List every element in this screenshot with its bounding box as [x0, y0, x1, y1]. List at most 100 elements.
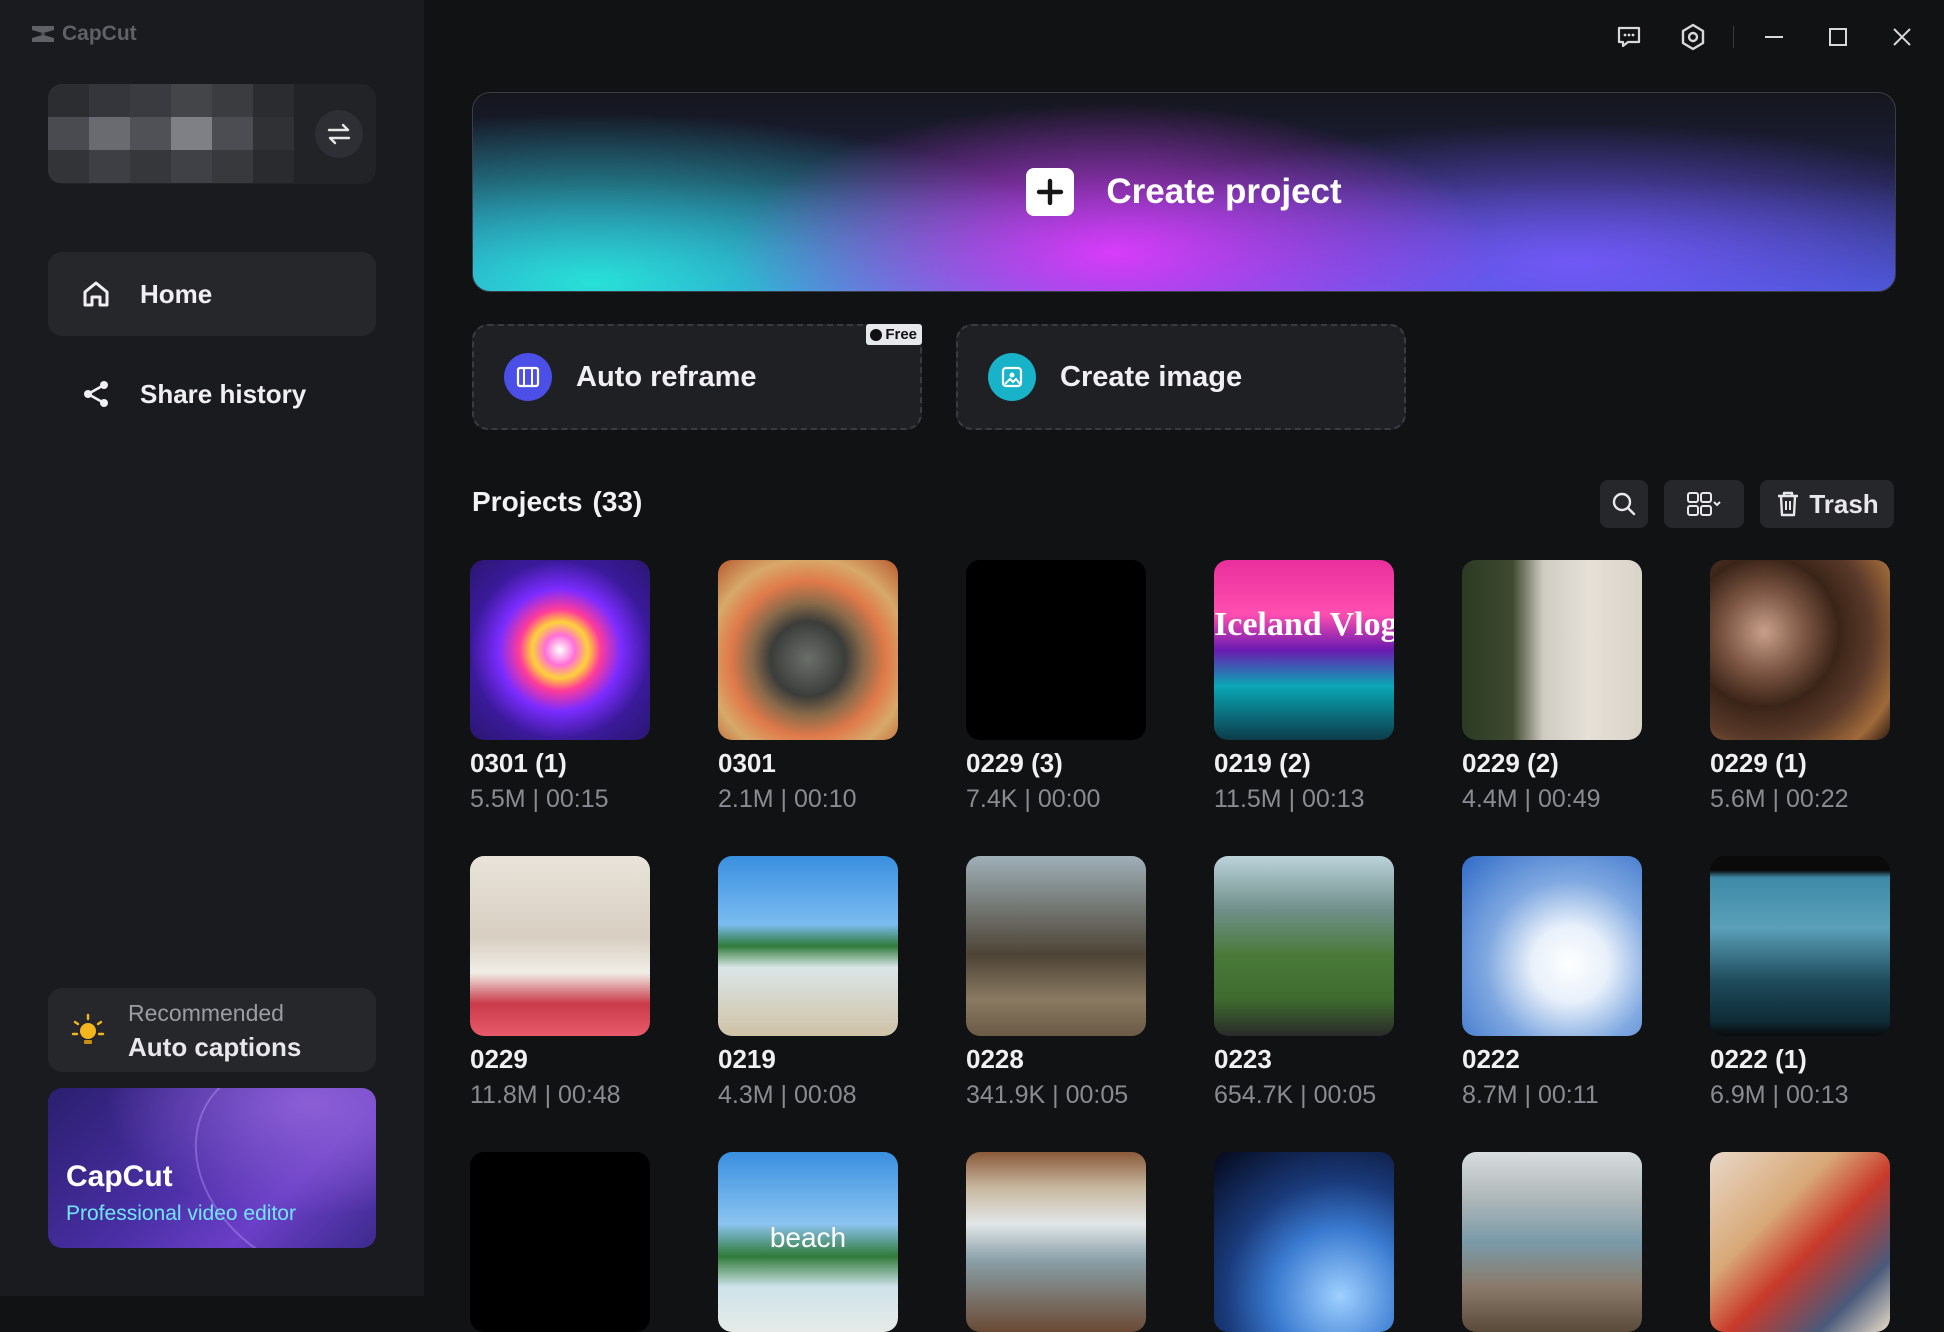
project-card[interactable]: 0223 654.7K | 00:05 — [1214, 856, 1394, 1110]
swap-icon — [327, 123, 351, 145]
project-thumbnail — [966, 560, 1146, 740]
project-card[interactable]: 0229 11.8M | 00:48 — [470, 856, 650, 1110]
create-image-button[interactable]: Create image — [956, 324, 1406, 430]
avatar — [48, 84, 296, 184]
project-thumbnail: beach — [718, 1152, 898, 1332]
feedback-icon — [1617, 26, 1641, 48]
project-card[interactable]: beach — [718, 1152, 898, 1332]
project-card[interactable]: 0222 (1) 6.9M | 00:13 — [1710, 856, 1890, 1110]
nav-home-label: Home — [140, 278, 213, 309]
free-badge-label: Free — [885, 326, 917, 343]
project-card[interactable]: 0229 (1) 5.6M | 00:22 — [1710, 560, 1890, 814]
project-name: 0229 (3) — [966, 748, 1063, 778]
maximize-button[interactable] — [1806, 16, 1870, 58]
recommended-auto-captions[interactable]: Recommended Auto captions — [48, 988, 376, 1072]
feedback-button[interactable] — [1597, 16, 1661, 58]
settings-icon — [1681, 23, 1705, 51]
lightbulb-icon — [71, 1013, 105, 1044]
project-card[interactable]: 0222 8.7M | 00:11 — [1462, 856, 1642, 1110]
project-meta: 8.7M | 00:11 — [1462, 1081, 1599, 1109]
search-button[interactable] — [1600, 480, 1648, 528]
project-meta: 654.7K | 00:05 — [1214, 1081, 1377, 1109]
project-thumbnail — [470, 560, 650, 740]
project-card[interactable]: Iceland Vlog 0219 (2) 11.5M | 00:13 — [1214, 560, 1394, 814]
project-meta: 11.5M | 00:13 — [1214, 785, 1365, 813]
project-thumbnail — [1710, 1152, 1890, 1332]
project-meta: 4.4M | 00:49 — [1462, 785, 1601, 813]
clock-icon — [870, 328, 883, 341]
project-name: 0229 — [470, 1044, 528, 1074]
create-project-content: Create project — [473, 93, 1895, 291]
project-thumbnail — [470, 1152, 650, 1332]
trash-label: Trash — [1809, 488, 1879, 519]
create-image-label: Create image — [1060, 360, 1243, 393]
project-card[interactable] — [1214, 1152, 1394, 1332]
project-thumbnail — [470, 856, 650, 1036]
projects-title: Projects — [472, 486, 583, 517]
nav-home[interactable]: Home — [48, 252, 376, 336]
free-badge: Free — [866, 324, 922, 345]
account-card[interactable] — [48, 84, 376, 184]
maximize-icon — [1829, 28, 1847, 46]
auto-reframe-button[interactable]: Auto reframe Free — [472, 324, 922, 430]
capcut-pro-banner[interactable]: CapCut Professional video editor — [48, 1088, 376, 1248]
project-card[interactable] — [470, 1152, 650, 1332]
trash-icon — [1778, 491, 1799, 517]
project-thumbnail — [966, 1152, 1146, 1332]
project-thumbnail — [1462, 856, 1642, 1036]
window-controls — [1597, 16, 1934, 58]
close-icon — [1893, 28, 1911, 46]
project-meta: 11.8M | 00:48 — [470, 1081, 621, 1109]
app-logo: CapCut — [30, 22, 137, 46]
sidebar: CapCut Home Share history Recommended Au… — [0, 0, 424, 1296]
create-project-label: Create project — [1106, 172, 1342, 211]
auto-reframe-label: Auto reframe — [576, 360, 757, 393]
trash-button[interactable]: Trash — [1760, 480, 1894, 528]
view-toggle-button[interactable] — [1664, 480, 1744, 528]
settings-button[interactable] — [1661, 16, 1725, 58]
project-card[interactable]: 0219 4.3M | 00:08 — [718, 856, 898, 1110]
banner-title: CapCut — [66, 1160, 173, 1193]
project-meta: 4.3M | 00:08 — [718, 1081, 857, 1109]
home-icon — [76, 274, 116, 314]
project-thumbnail — [718, 560, 898, 740]
project-card[interactable]: 0301 2.1M | 00:10 — [718, 560, 898, 814]
project-thumbnail — [1710, 560, 1890, 740]
project-card[interactable]: 0228 341.9K | 00:05 — [966, 856, 1146, 1110]
project-name: 0222 (1) — [1710, 1044, 1807, 1074]
share-icon — [76, 374, 116, 414]
project-thumbnail — [1710, 856, 1890, 1036]
project-name: 0229 (2) — [1462, 748, 1559, 778]
thumbnail-overlay-text: beach — [769, 1222, 847, 1253]
project-thumbnail: Iceland Vlog — [1214, 560, 1394, 740]
project-name: 0228 — [966, 1044, 1024, 1074]
project-card[interactable] — [966, 1152, 1146, 1332]
nav-share-history[interactable]: Share history — [48, 352, 376, 436]
project-thumbnail — [1214, 1152, 1394, 1332]
project-meta: 6.9M | 00:13 — [1710, 1081, 1849, 1109]
create-project-button[interactable]: Create project — [472, 92, 1896, 292]
promo-title: Auto captions — [128, 1032, 302, 1062]
project-card[interactable] — [1462, 1152, 1642, 1332]
minimize-button[interactable] — [1742, 16, 1806, 58]
thumbnail-overlay-text: Iceland Vlog — [1214, 606, 1394, 643]
minimize-icon — [1765, 36, 1783, 38]
project-thumbnail — [966, 856, 1146, 1036]
reframe-icon — [504, 353, 552, 401]
grid-view-icon — [1687, 492, 1721, 516]
projects-count: (33) — [592, 486, 643, 517]
project-card[interactable]: 0229 (2) 4.4M | 00:49 — [1462, 560, 1642, 814]
project-meta: 5.6M | 00:22 — [1710, 785, 1849, 813]
project-thumbnail — [1462, 1152, 1642, 1332]
project-name: 0223 — [1214, 1044, 1272, 1074]
project-card[interactable] — [1710, 1152, 1890, 1332]
project-thumbnail — [1214, 856, 1394, 1036]
promo-label: Recommended — [128, 1000, 284, 1026]
plus-icon — [1026, 168, 1075, 216]
project-card[interactable]: 0301 (1) 5.5M | 00:15 — [470, 560, 650, 814]
project-card[interactable]: 0229 (3) 7.4K | 00:00 — [966, 560, 1146, 814]
search-icon — [1612, 492, 1636, 516]
banner-subtitle: Professional video editor — [66, 1202, 296, 1225]
switch-account-button[interactable] — [315, 110, 363, 158]
close-button[interactable] — [1870, 16, 1934, 58]
